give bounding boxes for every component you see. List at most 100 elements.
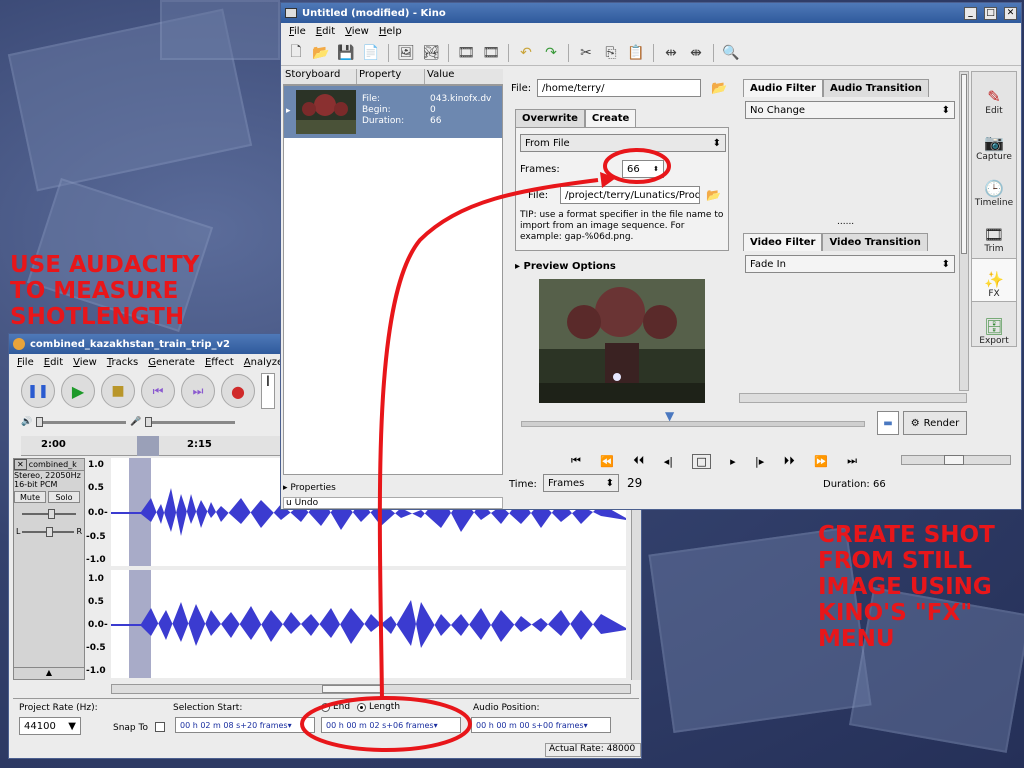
next-frame-button[interactable]: |▸ — [755, 455, 764, 468]
stop-button[interactable]: □ — [692, 453, 711, 469]
tools-toolbar[interactable]: I — [261, 373, 275, 409]
sidebar-item-export[interactable]: 🗄 Export — [972, 304, 1016, 348]
fast-forward-button[interactable]: ⏵⏵ — [784, 454, 795, 468]
skip-end-button[interactable]: ⏭ — [181, 374, 215, 408]
render-options-button[interactable]: ▬ — [877, 411, 899, 435]
kino-titlebar[interactable]: Untitled (modified) - Kino _ □ ✕ — [281, 3, 1021, 23]
copy-icon[interactable]: ⎘ — [600, 42, 622, 64]
menu-help[interactable]: Help — [379, 26, 402, 37]
export-frame-icon[interactable]: 🖼 — [395, 42, 417, 64]
property-column[interactable]: Property — [357, 69, 425, 84]
close-button[interactable]: ✕ — [1004, 6, 1017, 20]
volume-slider[interactable] — [901, 455, 1011, 465]
pane-divider[interactable]: ...... — [837, 217, 854, 227]
first-frame-button[interactable]: ⏮ — [571, 454, 581, 468]
tab-video-transition[interactable]: Video Transition — [822, 233, 928, 251]
collapse-track-button[interactable]: ▲ — [14, 667, 84, 679]
skip-start-button[interactable]: ⏮ — [141, 374, 175, 408]
menu-effect[interactable]: Effect — [205, 357, 234, 368]
maximize-button[interactable]: □ — [984, 6, 997, 20]
track-name[interactable]: combined_k — [29, 460, 77, 469]
value-column[interactable]: Value — [425, 69, 503, 84]
end-radio[interactable]: End — [321, 702, 350, 712]
sidebar-item-fx[interactable]: ✨ FX — [972, 258, 1016, 302]
frames-spinbox[interactable]: 66 ⬍ — [622, 160, 664, 178]
save-icon[interactable]: 💾 — [335, 42, 357, 64]
render-button[interactable]: ⚙ Render — [903, 411, 967, 435]
preview-options-expander[interactable]: ▸ Preview Options — [515, 261, 616, 272]
last-frame-button[interactable]: ⏭ — [847, 454, 857, 468]
join-icon[interactable]: ⇼ — [685, 42, 707, 64]
audio-position-field[interactable]: 00 h 00 m 00 s+00 frames ▾ — [471, 717, 611, 733]
new-icon[interactable]: 🗋 — [285, 42, 307, 64]
menu-view[interactable]: View — [345, 26, 369, 37]
selection-length-field[interactable]: 00 h 00 m 02 s+06 frames ▾ — [321, 717, 461, 733]
tab-video-filter[interactable]: Video Filter — [743, 233, 823, 251]
time-format-dropdown[interactable]: Frames ⬍ — [543, 474, 619, 492]
storyboard-clip-row[interactable]: ▸ File: 043.kinofx.dv Begin: 0 Duration: 66 — [284, 86, 502, 138]
tab-create[interactable]: Create — [584, 109, 637, 127]
file-path-field[interactable]: /home/terry/ — [537, 79, 701, 97]
rewind-button[interactable]: ⏴⏴ — [633, 454, 644, 468]
fx-vertical-scrollbar[interactable] — [959, 71, 969, 391]
paste-icon[interactable]: 📋 — [625, 42, 647, 64]
menu-edit[interactable]: Edit — [316, 26, 335, 37]
length-radio[interactable]: Length — [357, 702, 400, 712]
folder-icon[interactable]: 📂 — [711, 81, 727, 96]
storyboard-column[interactable]: Storyboard — [283, 69, 357, 84]
project-rate-combo[interactable]: 44100 ▼ — [19, 717, 81, 735]
tab-audio-transition[interactable]: Audio Transition — [822, 79, 929, 97]
fx-horizontal-scrollbar[interactable] — [739, 393, 967, 403]
folder-icon[interactable]: 📂 — [706, 188, 721, 202]
tab-audio-filter[interactable]: Audio Filter — [743, 79, 823, 97]
preview-scrubber[interactable] — [521, 421, 865, 427]
pause-button[interactable]: ❚❚ — [21, 374, 55, 408]
open-icon[interactable]: 📂 — [310, 42, 332, 64]
menu-analyze[interactable]: Analyze — [244, 357, 283, 368]
source-dropdown[interactable]: From File ⬍ — [520, 134, 726, 152]
sidebar-item-edit[interactable]: ✎ Edit — [972, 74, 1016, 118]
cut-icon[interactable]: ✂ — [575, 42, 597, 64]
horizontal-scrollbar[interactable] — [111, 684, 631, 694]
properties-expander[interactable]: ▸ Properties — [283, 483, 503, 495]
prev-scene-button[interactable]: ⏪ — [600, 455, 614, 468]
image-icon[interactable]: 🏞 — [420, 42, 442, 64]
play-button[interactable]: ▶ — [61, 374, 95, 408]
play-button[interactable]: ▸ — [730, 455, 736, 468]
menu-generate[interactable]: Generate — [148, 357, 195, 368]
redo-icon[interactable]: ↷ — [540, 42, 562, 64]
video-filter-dropdown[interactable]: Fade In ⬍ — [745, 255, 955, 273]
tab-overwrite[interactable]: Overwrite — [515, 109, 585, 127]
selection-start-field[interactable]: 00 h 02 m 08 s+20 frames ▾ — [175, 717, 315, 733]
prev-frame-button[interactable]: ◂| — [664, 455, 673, 468]
save-as-icon[interactable]: 📄 — [360, 42, 382, 64]
sidebar-item-timeline[interactable]: 🕒 Timeline — [972, 166, 1016, 210]
menu-tracks[interactable]: Tracks — [107, 357, 138, 368]
sidebar-item-capture[interactable]: 📷 Capture — [972, 120, 1016, 164]
audio-filter-dropdown[interactable]: No Change ⬍ — [745, 101, 955, 119]
stop-button[interactable]: ■ — [101, 374, 135, 408]
minimize-button[interactable]: _ — [964, 6, 977, 20]
menu-file[interactable]: File — [17, 357, 34, 368]
snap-to-checkbox[interactable] — [155, 722, 165, 732]
film-paste-icon[interactable]: 🎞 — [480, 42, 502, 64]
sidebar-item-trim[interactable]: 🎞 Trim — [972, 212, 1016, 256]
menu-view[interactable]: View — [73, 357, 97, 368]
film-icon[interactable]: 🎞 — [455, 42, 477, 64]
waveform-right-channel[interactable] — [111, 570, 626, 678]
zoom-icon[interactable]: 🔍 — [720, 42, 742, 64]
menu-file[interactable]: File — [289, 26, 306, 37]
record-button[interactable]: ● — [221, 374, 255, 408]
menu-edit[interactable]: Edit — [44, 357, 63, 368]
pan-slider[interactable] — [22, 526, 75, 537]
split-icon[interactable]: ⇹ — [660, 42, 682, 64]
solo-button[interactable]: Solo — [48, 491, 80, 503]
track-close-button[interactable]: ✕ — [14, 459, 27, 470]
next-scene-button[interactable]: ⏩ — [814, 455, 828, 468]
mute-button[interactable]: Mute — [14, 491, 46, 503]
playback-volume-slider[interactable] — [36, 416, 127, 427]
record-volume-slider[interactable] — [145, 416, 236, 427]
gain-slider[interactable] — [22, 509, 76, 519]
undo-icon[interactable]: ↶ — [515, 42, 537, 64]
image-path-field[interactable]: /project/terry/Lunatics/Produ — [560, 186, 700, 204]
